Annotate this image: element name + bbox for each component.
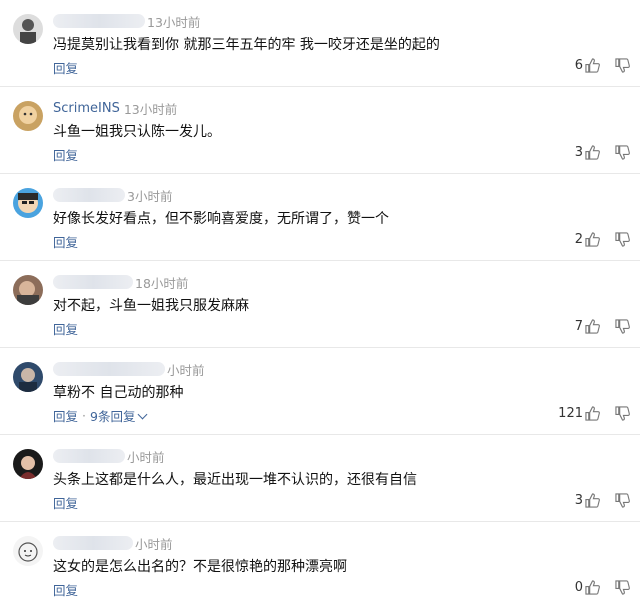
username-blurred[interactable]: [53, 536, 133, 550]
comment-text: 头条上这都是什么人，最近出现一堆不认识的，还很有自信: [53, 472, 417, 488]
thumbs-down-icon[interactable]: [615, 58, 630, 73]
thumbs-up-icon: [585, 319, 600, 334]
comment-item: 18小时前 对不起，斗鱼一姐我只服发麻麻 回复 7: [0, 261, 640, 348]
like-button[interactable]: 0: [575, 580, 600, 595]
thumbs-down-icon[interactable]: [615, 232, 630, 247]
like-button[interactable]: 3: [575, 493, 600, 508]
comment-header: 小时前: [53, 447, 165, 465]
comment-item: 小时前 头条上这都是什么人，最近出现一堆不认识的，还很有自信 回复 3: [0, 435, 640, 522]
username-blurred[interactable]: [53, 449, 125, 463]
comment-header: 3小时前: [53, 186, 172, 204]
thumbs-up-icon: [585, 580, 600, 595]
comment-time: 13小时前: [147, 14, 201, 30]
comment-item: 小时前 这女的是怎么出名的？不是很惊艳的那种漂亮啊 回复 0: [0, 522, 640, 602]
username-blurred[interactable]: [53, 362, 165, 376]
comment-item: 小时前 草粉不 自己动的那种 回复 · 9条回复 121: [0, 348, 640, 435]
like-count: 3: [574, 493, 583, 508]
comment-list: 13小时前 冯提莫别让我看到你 就那三年五年的牢 我一咬牙还是坐的起的 回复 6…: [0, 0, 640, 602]
comment-time: 小时前: [135, 536, 173, 552]
reply-button[interactable]: 回复: [53, 319, 78, 338]
thumbs-down-icon[interactable]: [615, 406, 630, 421]
view-replies-link[interactable]: 9条回复: [90, 406, 148, 425]
chevron-down-icon: [138, 409, 148, 419]
reply-button[interactable]: 回复: [53, 145, 78, 164]
reply-button[interactable]: 回复: [53, 406, 78, 425]
comment-time: 小时前: [127, 449, 165, 465]
thumbs-up-icon: [585, 145, 600, 160]
separator: ·: [82, 408, 86, 423]
avatar[interactable]: [13, 275, 43, 305]
comment-time: 3小时前: [127, 188, 173, 204]
reply-button[interactable]: 回复: [53, 58, 78, 77]
like-button[interactable]: 2: [575, 232, 600, 247]
comment-text: 斗鱼一姐我只认陈一发儿。: [53, 124, 221, 140]
comment-time: 13小时前: [123, 101, 178, 117]
avatar[interactable]: [13, 188, 43, 218]
comment-header: 13小时前: [53, 12, 200, 30]
username-blurred[interactable]: [53, 14, 145, 28]
avatar[interactable]: [13, 101, 43, 131]
avatar[interactable]: [13, 14, 43, 44]
comment-header: 小时前: [53, 534, 173, 552]
reply-button[interactable]: 回复: [53, 580, 78, 599]
avatar[interactable]: [13, 536, 43, 566]
comment-time: 18小时前: [135, 275, 189, 291]
like-button[interactable]: 121: [558, 406, 600, 421]
like-count: 121: [558, 406, 583, 421]
like-count: 0: [574, 580, 583, 595]
thumbs-up-icon: [585, 406, 600, 421]
like-button[interactable]: 7: [575, 319, 600, 334]
like-count: 2: [574, 232, 583, 247]
comment-item: ScrimeINS 13小时前 斗鱼一姐我只认陈一发儿。 回复 3: [0, 87, 640, 174]
thumbs-down-icon[interactable]: [615, 145, 630, 160]
reply-button[interactable]: 回复: [53, 232, 78, 251]
replies-count: 9条回复: [90, 409, 136, 424]
thumbs-down-icon[interactable]: [615, 580, 630, 595]
thumbs-up-icon: [585, 493, 600, 508]
thumbs-down-icon[interactable]: [615, 493, 630, 508]
like-button[interactable]: 3: [575, 145, 600, 160]
comment-header: 18小时前: [53, 273, 188, 291]
avatar[interactable]: [13, 449, 43, 479]
thumbs-up-icon: [585, 58, 600, 73]
comment-text: 冯提莫别让我看到你 就那三年五年的牢 我一咬牙还是坐的起的: [53, 37, 440, 53]
thumbs-up-icon: [585, 232, 600, 247]
comment-header: ScrimeINS 13小时前: [53, 99, 177, 117]
comment-time: 小时前: [167, 362, 205, 378]
thumbs-down-icon[interactable]: [615, 319, 630, 334]
comment-item: 13小时前 冯提莫别让我看到你 就那三年五年的牢 我一咬牙还是坐的起的 回复 6: [0, 0, 640, 87]
username[interactable]: ScrimeINS: [53, 101, 120, 116]
like-count: 3: [574, 145, 583, 160]
like-button[interactable]: 6: [575, 58, 600, 73]
comment-text: 草粉不 自己动的那种: [53, 385, 184, 401]
username-blurred[interactable]: [53, 188, 125, 202]
like-count: 6: [574, 58, 583, 73]
comment-text: 对不起，斗鱼一姐我只服发麻麻: [53, 298, 249, 314]
comment-text: 好像长发好看点，但不影响喜爱度，无所谓了，赞一个: [53, 211, 389, 227]
comment-item: 3小时前 好像长发好看点，但不影响喜爱度，无所谓了，赞一个 回复 2: [0, 174, 640, 261]
reply-button[interactable]: 回复: [53, 493, 78, 512]
comment-header: 小时前: [53, 360, 205, 378]
avatar[interactable]: [13, 362, 43, 392]
reply-actions: 回复 · 9条回复: [53, 406, 148, 425]
comment-text: 这女的是怎么出名的？不是很惊艳的那种漂亮啊: [53, 559, 347, 575]
like-count: 7: [574, 319, 583, 334]
username-blurred[interactable]: [53, 275, 133, 289]
